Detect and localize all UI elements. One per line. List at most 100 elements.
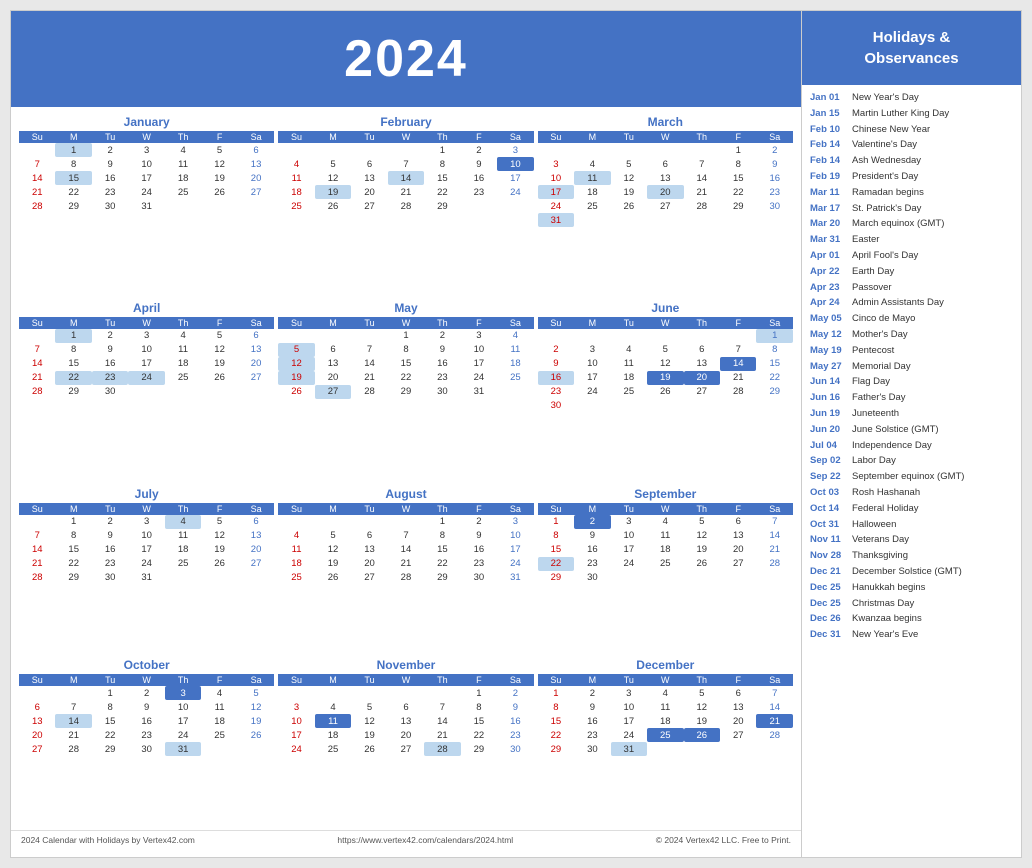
calendar-day bbox=[647, 143, 683, 157]
calendar-day: 10 bbox=[497, 157, 534, 171]
calendar-day: 16 bbox=[756, 171, 793, 185]
month-title: June bbox=[538, 301, 793, 315]
calendar-day: 8 bbox=[55, 157, 91, 171]
calendars-grid: JanuarySuMTuWThFSa1234567891011121314151… bbox=[11, 107, 801, 826]
calendar-day: 3 bbox=[128, 329, 164, 343]
calendar-day: 7 bbox=[424, 700, 460, 714]
calendar-day: 26 bbox=[684, 728, 720, 742]
calendar-day bbox=[461, 199, 497, 213]
holiday-item: Jun 14Flag Day bbox=[810, 375, 1013, 388]
weekday-header: W bbox=[647, 674, 683, 686]
calendar-day: 21 bbox=[55, 728, 91, 742]
calendar-day bbox=[647, 399, 683, 413]
calendar-day bbox=[647, 329, 683, 343]
holiday-item: Apr 24Admin Assistants Day bbox=[810, 296, 1013, 309]
calendar-day: 1 bbox=[55, 329, 91, 343]
calendar-day bbox=[756, 213, 793, 227]
calendar-day bbox=[647, 571, 683, 585]
calendar-day: 21 bbox=[351, 371, 387, 385]
holiday-date: Jan 15 bbox=[810, 107, 852, 120]
holiday-name: Valentine's Day bbox=[852, 138, 917, 151]
weekday-header: M bbox=[574, 503, 610, 515]
calendar-day: 23 bbox=[461, 557, 497, 571]
calendar-day: 11 bbox=[497, 343, 534, 357]
calendar-day bbox=[165, 385, 201, 399]
calendar-day bbox=[315, 686, 351, 700]
calendar-day: 10 bbox=[278, 714, 314, 728]
calendar-day: 23 bbox=[92, 185, 128, 199]
calendar-day: 19 bbox=[278, 371, 314, 385]
calendar-day bbox=[201, 385, 237, 399]
calendar-day: 25 bbox=[165, 185, 201, 199]
calendar-day: 9 bbox=[461, 529, 497, 543]
calendar-day: 13 bbox=[238, 157, 275, 171]
calendar-day: 17 bbox=[611, 543, 647, 557]
calendar-day: 25 bbox=[278, 571, 314, 585]
calendar-day: 1 bbox=[538, 515, 574, 529]
calendar-day: 21 bbox=[388, 185, 424, 199]
calendar-day: 29 bbox=[55, 385, 91, 399]
weekday-header: M bbox=[55, 674, 91, 686]
calendar-day: 15 bbox=[538, 714, 574, 728]
calendar-day: 17 bbox=[128, 171, 164, 185]
calendar-day: 31 bbox=[128, 199, 164, 213]
calendar-day: 7 bbox=[720, 343, 756, 357]
calendar-day: 2 bbox=[461, 515, 497, 529]
holiday-item: Jun 16Father's Day bbox=[810, 391, 1013, 404]
holiday-date: Oct 31 bbox=[810, 518, 852, 531]
calendar-day: 21 bbox=[19, 371, 55, 385]
calendar-day: 20 bbox=[351, 557, 387, 571]
month-title: February bbox=[278, 115, 533, 129]
holiday-date: Jun 14 bbox=[810, 375, 852, 388]
calendar-day bbox=[238, 742, 275, 756]
calendar-day: 19 bbox=[351, 728, 387, 742]
calendar-day: 1 bbox=[55, 143, 91, 157]
calendar-day: 8 bbox=[424, 157, 460, 171]
calendar-day: 1 bbox=[388, 329, 424, 343]
calendar-day: 8 bbox=[424, 529, 460, 543]
calendar-day: 18 bbox=[497, 357, 534, 371]
weekday-header: Sa bbox=[756, 131, 793, 143]
holiday-item: Nov 11Veterans Day bbox=[810, 533, 1013, 546]
calendar-day: 29 bbox=[461, 742, 497, 756]
calendar-day bbox=[351, 686, 387, 700]
holiday-name: Kwanzaa begins bbox=[852, 612, 922, 625]
holiday-item: May 12Mother's Day bbox=[810, 328, 1013, 341]
holiday-item: Mar 17St. Patrick's Day bbox=[810, 202, 1013, 215]
calendar-day: 19 bbox=[201, 543, 237, 557]
calendar-day bbox=[238, 385, 275, 399]
holiday-name: Pentecost bbox=[852, 344, 894, 357]
holiday-date: Dec 26 bbox=[810, 612, 852, 625]
calendar-day: 10 bbox=[165, 700, 201, 714]
calendar-day: 24 bbox=[278, 742, 314, 756]
calendar-day: 4 bbox=[278, 157, 314, 171]
calendar-day: 28 bbox=[55, 742, 91, 756]
calendar-day: 23 bbox=[756, 185, 793, 199]
calendar-day: 26 bbox=[238, 728, 275, 742]
holiday-item: Feb 10Chinese New Year bbox=[810, 123, 1013, 136]
weekday-header: W bbox=[647, 317, 683, 329]
weekday-header: W bbox=[647, 503, 683, 515]
calendar-day: 19 bbox=[238, 714, 275, 728]
holiday-item: Jul 04Independence Day bbox=[810, 439, 1013, 452]
holiday-item: Sep 02Labor Day bbox=[810, 454, 1013, 467]
calendar-day: 30 bbox=[128, 742, 164, 756]
holiday-name: Rosh Hashanah bbox=[852, 486, 920, 499]
holiday-date: Sep 22 bbox=[810, 470, 852, 483]
holiday-name: Federal Holiday bbox=[852, 502, 919, 515]
calendar-day: 29 bbox=[720, 199, 756, 213]
calendar-day: 12 bbox=[647, 357, 683, 371]
calendar-day: 7 bbox=[19, 529, 55, 543]
calendar-day: 20 bbox=[238, 357, 275, 371]
weekday-header: Th bbox=[684, 674, 720, 686]
weekday-header: Sa bbox=[497, 503, 534, 515]
weekday-header: W bbox=[647, 131, 683, 143]
calendar-day: 27 bbox=[351, 571, 387, 585]
calendar-day: 18 bbox=[165, 357, 201, 371]
month-table: SuMTuWThFSa12345678910111213141516171819… bbox=[538, 503, 793, 585]
holiday-date: Mar 17 bbox=[810, 202, 852, 215]
calendar-day: 19 bbox=[684, 714, 720, 728]
calendar-day: 3 bbox=[461, 329, 497, 343]
calendar-day: 7 bbox=[684, 157, 720, 171]
holiday-item: Apr 22Earth Day bbox=[810, 265, 1013, 278]
